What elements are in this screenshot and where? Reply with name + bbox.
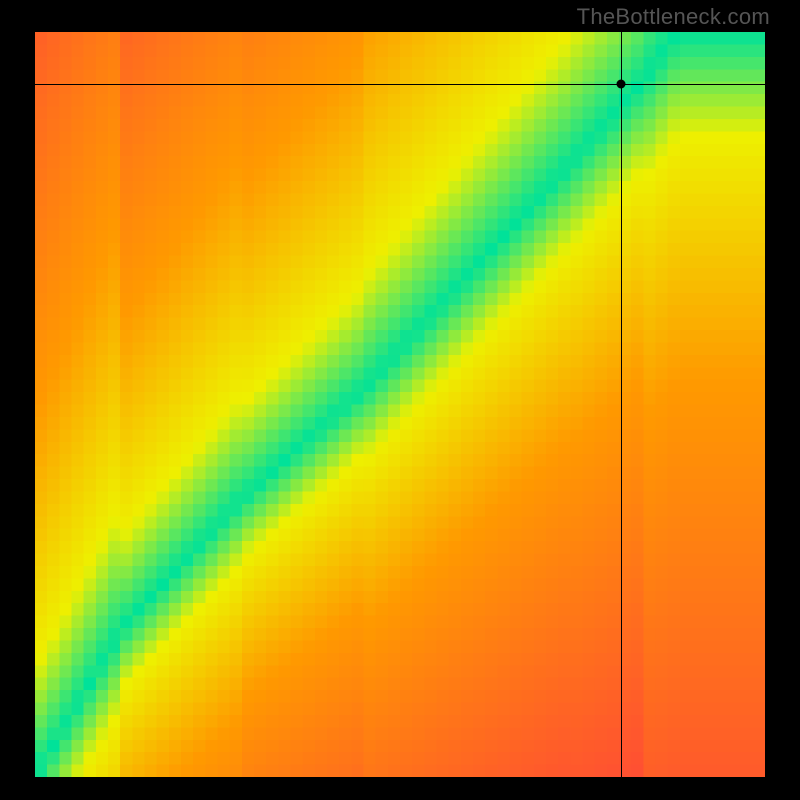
watermark-text: TheBottleneck.com [577,4,770,30]
crosshair-horizontal [35,84,765,85]
crosshair-marker [617,80,626,89]
heatmap-canvas [35,32,765,777]
chart-frame: TheBottleneck.com [0,0,800,800]
crosshair-vertical [621,32,622,777]
